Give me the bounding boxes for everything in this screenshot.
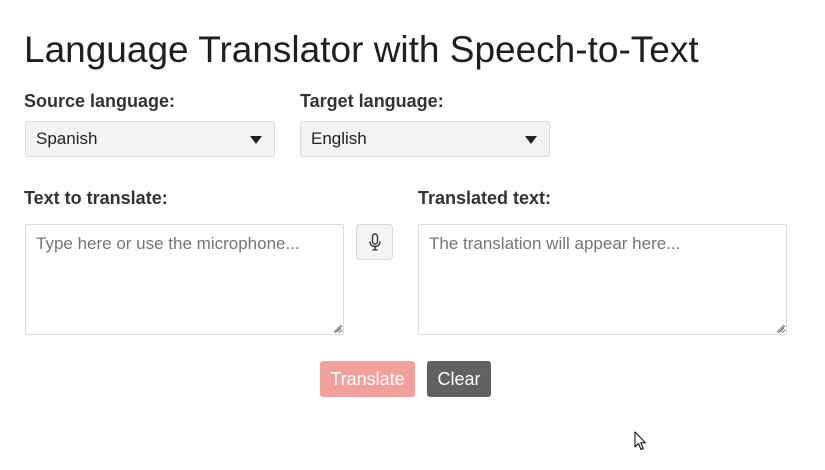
text-to-translate-input[interactable] [25,224,344,335]
translated-text-label: Translated text: [418,188,552,208]
target-language-select[interactable]: English [300,121,550,157]
caret-down-icon [250,136,262,144]
source-language-select[interactable]: Spanish [25,121,275,157]
microphone-icon [368,233,381,251]
mouse-pointer-icon [634,431,646,450]
translate-button[interactable]: Translate [320,361,415,397]
page-title: Language Translator with Speech-to-Text [24,29,699,70]
caret-down-icon [525,136,537,144]
microphone-button[interactable] [356,224,393,260]
translator-page: Language Translator with Speech-to-Text … [0,0,825,470]
clear-button[interactable]: Clear [427,361,491,397]
target-language-value: English [311,129,367,148]
source-language-value: Spanish [36,129,98,148]
target-language-label: Target language: [300,91,444,111]
source-language-label: Source language: [24,91,176,111]
text-to-translate-label: Text to translate: [24,188,168,208]
translated-text-output[interactable] [418,224,787,335]
